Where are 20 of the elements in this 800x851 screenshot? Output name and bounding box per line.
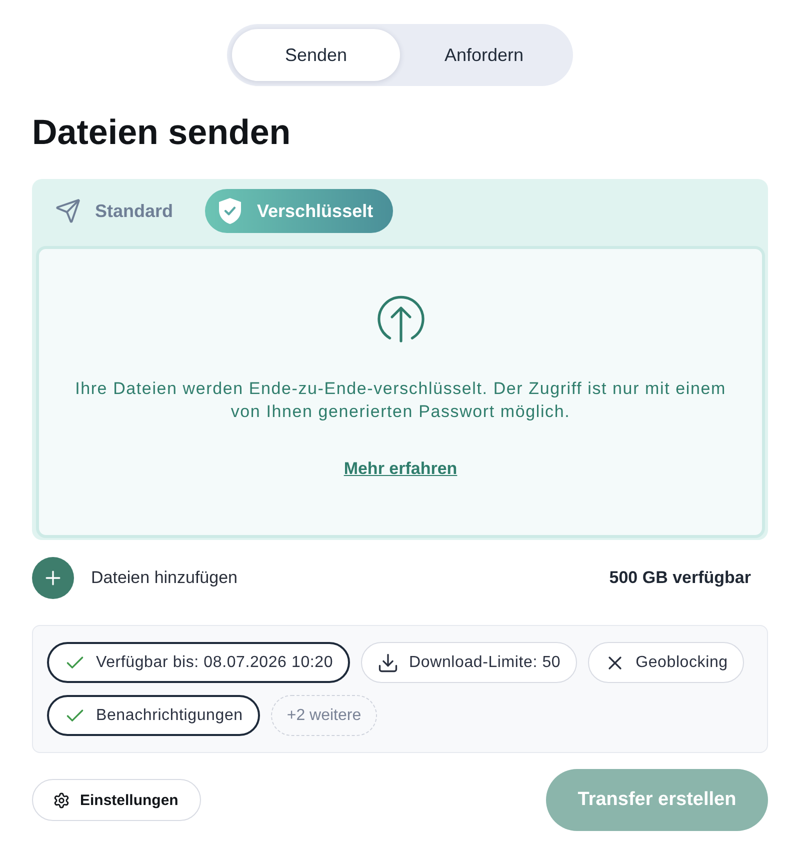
plus-icon: [32, 557, 74, 599]
transfer-type-tab[interactable]: Standard: [43, 189, 194, 233]
storage-text: 500 GB verfügbar: [609, 568, 751, 588]
download-icon: [377, 652, 400, 674]
settings-icon: [53, 792, 70, 808]
option-chip[interactable]: Benachrichtigungen: [47, 695, 260, 736]
shield-check-icon: [217, 197, 244, 225]
page-title: Dateien senden: [32, 112, 292, 153]
add-files-button[interactable]: Dateien hinzufügen: [32, 557, 238, 599]
option-chip[interactable]: Geoblocking: [588, 642, 744, 683]
upload-icon: [376, 295, 424, 343]
mode-tab[interactable]: Senden: [232, 29, 400, 81]
info-text: Ihre Dateien werden Ende-zu-Ende-verschlüsselt. Der Zugriff ist nur mit einem von Ihnen generierten Passwort möglich.: [74, 378, 727, 423]
more-options-chip[interactable]: +2 weitere: [270, 695, 378, 736]
paper-plane-icon: [55, 198, 81, 224]
option-chip[interactable]: Download-Limite: 50: [361, 642, 577, 683]
mode-tab[interactable]: Anfordern: [400, 29, 568, 81]
settings-button[interactable]: Einstellungen: [32, 779, 202, 821]
option-chip[interactable]: Verfügbar bis: 08.07.2026 10:20: [47, 642, 350, 683]
learn-more-link[interactable]: Mehr erfahren: [344, 459, 458, 479]
